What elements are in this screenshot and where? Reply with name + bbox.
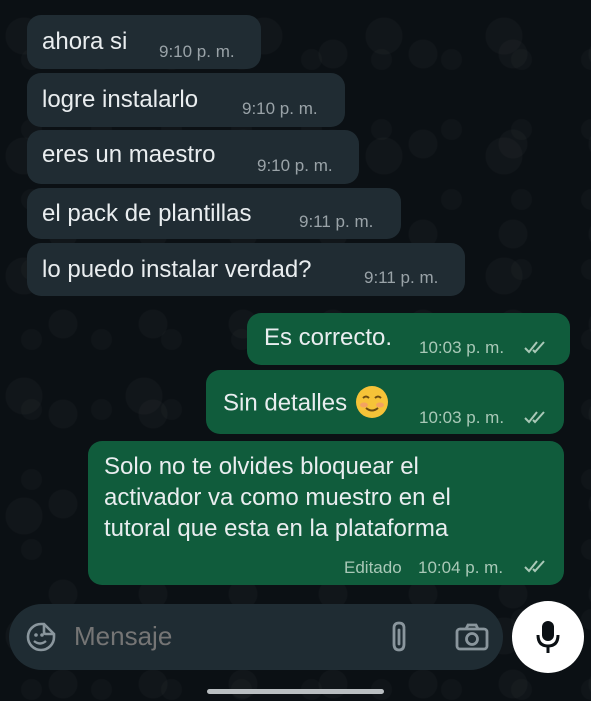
message-time: 9:10 p. m. [257,156,333,175]
read-receipt-icon [524,560,545,573]
smiling-face-emoji [356,386,389,418]
message-incoming[interactable]: eres un maestro 9:10 p. m. [27,130,359,184]
message-incoming[interactable]: ahora si 9:10 p. m. [27,15,261,69]
attach-icon[interactable] [387,620,413,654]
message-outgoing[interactable]: Sin detalles 10:03 p. m. [206,370,564,434]
message-input[interactable] [74,618,374,654]
message-text: Sin detalles [223,389,348,417]
message-text: Es correcto. [264,324,393,351]
message-incoming[interactable]: logre instalarlo 9:10 p. m. [27,73,345,127]
read-receipt-icon [524,411,545,424]
message-text: lo puedo instalar verdad? [42,256,312,283]
message-incoming[interactable]: el pack de plantillas 9:11 p. m. [27,188,401,239]
message-text-line: tutoral que esta en la plataforma [104,515,449,542]
message-time: 10:04 p. m. [418,558,504,577]
message-time: 9:11 p. m. [299,212,374,231]
message-time: 9:11 p. m. [364,268,439,287]
message-outgoing[interactable]: Solo no te olvides bloquear el activador… [88,441,564,585]
system-home-indicator[interactable] [207,689,384,694]
edited-label: Editado [344,558,402,577]
camera-icon[interactable] [455,622,489,652]
message-time: 10:03 p. m. [419,408,505,427]
message-time: 9:10 p. m. [242,99,318,118]
message-text-row: Sin detalles [223,386,389,421]
message-text-block: Solo no te olvides bloquear el activador… [104,451,451,544]
message-incoming[interactable]: lo puedo instalar verdad? 9:11 p. m. [27,243,465,296]
read-receipt-icon [524,341,545,354]
message-text: el pack de plantillas [42,200,252,227]
message-text: eres un maestro [42,141,216,168]
message-text: ahora si [42,28,128,55]
mic-icon [536,621,560,653]
message-outgoing[interactable]: Es correcto. 10:03 p. m. [247,313,570,365]
message-text-line: activador va como muestro en el [104,484,451,511]
message-time: 9:10 p. m. [159,42,235,61]
voice-record-button[interactable] [512,601,584,673]
emoji-sticker-icon[interactable] [25,621,57,653]
message-time: 10:03 p. m. [419,338,505,357]
message-text-line: Solo no te olvides bloquear el [104,453,419,480]
message-composer[interactable] [9,604,503,670]
message-text: logre instalarlo [42,86,199,113]
